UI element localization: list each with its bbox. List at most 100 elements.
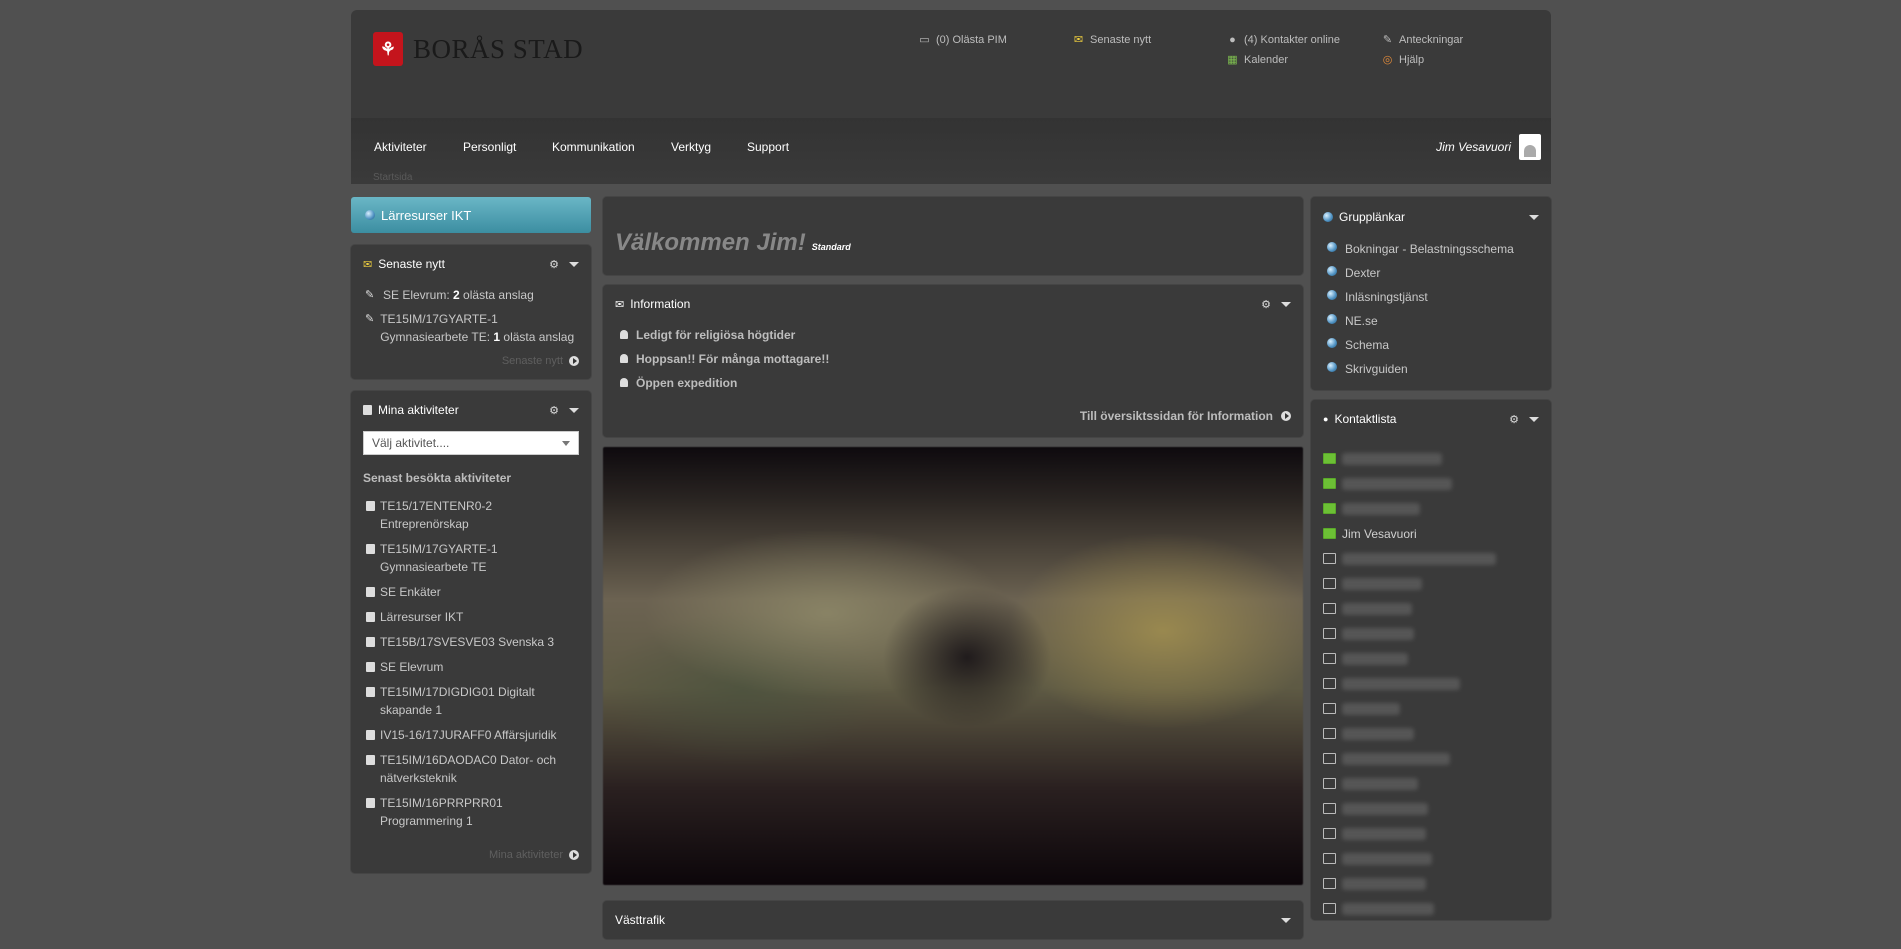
gear-icon[interactable]: ⚙ bbox=[549, 258, 559, 271]
chevron-down-icon[interactable] bbox=[569, 407, 579, 413]
contact-row[interactable] bbox=[1311, 546, 1551, 571]
contact-row[interactable] bbox=[1311, 646, 1551, 671]
chevron-down-icon[interactable] bbox=[1529, 214, 1539, 220]
activity-item[interactable]: TE15IM/17DIGDIG01 Digitalt skapande 1 bbox=[351, 679, 591, 722]
nav-personligt[interactable]: Personligt bbox=[463, 140, 516, 154]
group-link[interactable]: Dexter bbox=[1311, 261, 1551, 285]
nav-support[interactable]: Support bbox=[747, 140, 789, 154]
calendar-link[interactable]: ▦ Kalender bbox=[1227, 54, 1288, 66]
contact-row[interactable] bbox=[1311, 771, 1551, 796]
chat-offline-icon bbox=[1323, 828, 1336, 839]
news-panel: ✉ Senaste nytt ⚙ ✎ SE Elevrum: 2 olästa … bbox=[351, 245, 591, 379]
chevron-down-icon[interactable] bbox=[1281, 917, 1291, 923]
nav-aktiviteter[interactable]: Aktiviteter bbox=[374, 140, 427, 154]
nav-kommunikation[interactable]: Kommunikation bbox=[552, 140, 635, 154]
contact-row[interactable] bbox=[1311, 821, 1551, 846]
contact-row[interactable] bbox=[1311, 621, 1551, 646]
information-overview-link[interactable]: Till översiktssidan för Information bbox=[603, 395, 1303, 437]
group-link[interactable]: Schema bbox=[1311, 333, 1551, 357]
calendar-icon: ▦ bbox=[1227, 53, 1238, 66]
book-icon bbox=[366, 587, 375, 597]
activities-more-link[interactable]: Mina aktiviteter bbox=[351, 833, 591, 873]
group-link[interactable]: NE.se bbox=[1311, 309, 1551, 333]
contact-name-redacted bbox=[1342, 752, 1450, 765]
city-crest-icon: ⚘ bbox=[373, 32, 403, 66]
activity-item[interactable]: TE15IM/17GYARTE-1 Gymnasiearbete TE bbox=[351, 536, 591, 579]
contact-row[interactable] bbox=[1311, 896, 1551, 920]
latest-news-link[interactable]: ✉ Senaste nytt bbox=[1073, 34, 1151, 46]
arrow-right-icon bbox=[569, 850, 579, 860]
activity-item[interactable]: TE15B/17SVESVE03 Svenska 3 bbox=[351, 629, 591, 654]
contact-row[interactable] bbox=[1311, 496, 1551, 521]
contact-row[interactable] bbox=[1311, 696, 1551, 721]
gear-icon[interactable]: ⚙ bbox=[1509, 413, 1519, 426]
news-item[interactable]: ✎ TE15IM/17GYARTE-1 Gymnasiearbete TE: 1… bbox=[351, 307, 591, 349]
globe-icon bbox=[1327, 290, 1337, 300]
contact-row[interactable] bbox=[1311, 721, 1551, 746]
activity-item[interactable]: SE Enkäter bbox=[351, 579, 591, 604]
contact-row[interactable] bbox=[1311, 471, 1551, 496]
contact-row[interactable] bbox=[1311, 846, 1551, 871]
breadcrumb[interactable]: Startsida bbox=[373, 172, 412, 183]
gear-icon[interactable]: ⚙ bbox=[1261, 298, 1271, 311]
contact-row[interactable] bbox=[1311, 871, 1551, 896]
group-links-header: Grupplänkar bbox=[1311, 197, 1551, 237]
activity-item[interactable]: TE15IM/16PRRPRR01 Programmering 1 bbox=[351, 790, 591, 833]
bell-icon bbox=[620, 378, 628, 387]
avatar bbox=[1519, 134, 1541, 160]
chat-offline-icon bbox=[1323, 678, 1336, 689]
chat-offline-icon bbox=[1323, 628, 1336, 639]
contact-row[interactable] bbox=[1311, 746, 1551, 771]
notes-link[interactable]: ✎ Anteckningar bbox=[1382, 34, 1463, 46]
group-link-label: Skrivguiden bbox=[1345, 362, 1408, 376]
group-link[interactable]: Inläsningstjänst bbox=[1311, 285, 1551, 309]
contacts-online-link[interactable]: ● (4) Kontakter online bbox=[1227, 34, 1340, 46]
group-links-title: Grupplänkar bbox=[1339, 210, 1406, 224]
welcome-tag: Standard bbox=[811, 242, 851, 252]
chevron-down-icon[interactable] bbox=[1281, 301, 1291, 307]
activity-item[interactable]: Lärresurser IKT bbox=[351, 604, 591, 629]
center-column: Välkommen Jim! Standard ✉ Information ⚙ L… bbox=[603, 197, 1303, 949]
notes-icon: ✎ bbox=[1382, 33, 1393, 46]
chat-offline-icon bbox=[1323, 653, 1336, 664]
contact-row[interactable] bbox=[1311, 671, 1551, 696]
group-link-label: Inläsningstjänst bbox=[1345, 290, 1428, 304]
activity-item[interactable]: TE15IM/16DAODAC0 Dator- och nätverkstekn… bbox=[351, 747, 591, 790]
gear-icon[interactable]: ⚙ bbox=[549, 404, 559, 417]
contact-row[interactable] bbox=[1311, 596, 1551, 621]
nav-verktyg[interactable]: Verktyg bbox=[671, 140, 711, 154]
contact-row[interactable]: Jim Vesavuori bbox=[1311, 521, 1551, 546]
pen-icon: ✎ bbox=[365, 289, 375, 301]
user-menu[interactable]: Jim Vesavuori bbox=[1436, 134, 1541, 160]
contact-name-redacted bbox=[1342, 777, 1418, 790]
news-panel-header: ✉ Senaste nytt ⚙ bbox=[351, 245, 591, 283]
contacts-online-label: (4) Kontakter online bbox=[1244, 34, 1340, 46]
news-item[interactable]: ✎ SE Elevrum: 2 olästa anslag bbox=[351, 283, 591, 307]
chevron-down-icon[interactable] bbox=[569, 261, 579, 267]
help-link[interactable]: ◎ Hjälp bbox=[1382, 54, 1424, 66]
logo[interactable]: ⚘ BORÅS STAD bbox=[373, 32, 583, 66]
activity-label: TE15/17ENTENR0-2 Entreprenörskap bbox=[380, 499, 493, 531]
unread-pim-link[interactable]: ▭ (0) Olästa PIM bbox=[919, 34, 1007, 46]
chat-offline-icon bbox=[1323, 578, 1336, 589]
activity-select[interactable]: Välj aktivitet.... bbox=[363, 431, 579, 455]
info-item[interactable]: Öppen expedition bbox=[603, 371, 1303, 395]
chevron-down-icon[interactable] bbox=[1529, 416, 1539, 422]
news-more-link[interactable]: Senaste nytt bbox=[351, 349, 591, 379]
welcome-title: Välkommen Jim! Standard bbox=[615, 229, 851, 257]
info-item[interactable]: Ledigt för religiösa högtider bbox=[603, 323, 1303, 347]
contact-name-redacted bbox=[1342, 727, 1414, 740]
video-player[interactable] bbox=[603, 447, 1303, 885]
activity-item[interactable]: IV15-16/17JURAFF0 Affärsjuridik bbox=[351, 722, 591, 747]
right-column: Grupplänkar Bokningar - Belastningsschem… bbox=[1311, 197, 1551, 930]
group-link[interactable]: Skrivguiden bbox=[1311, 357, 1551, 390]
news-item-text: TE15IM/17GYARTE-1 Gymnasiearbete TE: bbox=[380, 312, 498, 344]
group-link[interactable]: Bokningar - Belastningsschema bbox=[1311, 237, 1551, 261]
activity-item[interactable]: TE15/17ENTENR0-2 Entreprenörskap bbox=[351, 493, 591, 536]
contact-row[interactable] bbox=[1311, 571, 1551, 596]
larresurser-button[interactable]: Lärresurser IKT bbox=[351, 197, 591, 233]
contact-row[interactable] bbox=[1311, 446, 1551, 471]
contact-row[interactable] bbox=[1311, 796, 1551, 821]
activity-item[interactable]: SE Elevrum bbox=[351, 654, 591, 679]
info-item[interactable]: Hoppsan!! För många mottagare!! bbox=[603, 347, 1303, 371]
